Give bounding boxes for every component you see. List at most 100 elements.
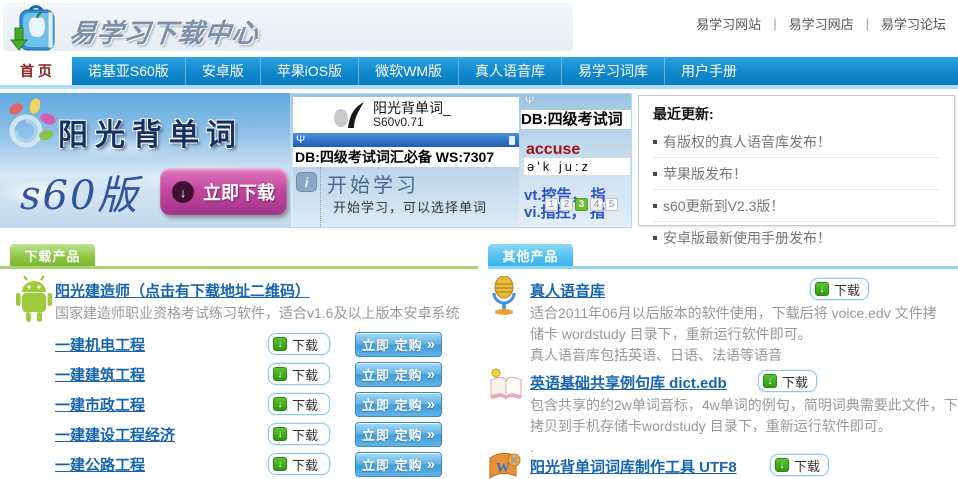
screenshot1-db-line: DB:四级考试词汇必备 WS:7307 — [293, 147, 519, 167]
order-label: 立即 定购 — [362, 335, 423, 354]
page-dot-5[interactable]: 5 — [605, 198, 618, 211]
download-button[interactable]: ↓下载 — [770, 454, 829, 476]
screenshot2-db-line: DB:四级考试词 — [521, 109, 632, 129]
download-arrow-icon: ↓ — [172, 181, 194, 203]
chevron-right-icon: » — [427, 426, 435, 443]
app-version: S60v0.71 — [373, 116, 451, 130]
nav-nokia-s60[interactable]: 诺基亚S60版 — [72, 57, 185, 85]
download-label: 下载 — [292, 425, 318, 444]
product-link-dict-tool[interactable]: 阳光背单词词库制作工具 UTF8 — [530, 456, 737, 477]
order-label: 立即 定购 — [362, 395, 423, 414]
order-now-button[interactable]: 立即 定购» — [355, 422, 442, 447]
nav-dictionary[interactable]: 易学习词库 — [561, 57, 664, 85]
chevron-right-icon: » — [427, 336, 435, 353]
order-now-button[interactable]: 立即 定购» — [355, 392, 442, 417]
nav-apple-ios[interactable]: 苹果iOS版 — [260, 57, 358, 85]
page-dot-4[interactable]: 4 — [590, 198, 603, 211]
separator: | — [866, 16, 869, 31]
screenshot1-statusbar: Ψ — [293, 133, 519, 147]
link-yixuexi-website[interactable]: 易学习网站 — [696, 14, 761, 33]
product-desc: 适合2011年06月以后版本的软件使用，下载后将 voice.edv 文件拷 储… — [530, 303, 937, 366]
table-row: 一建公路工程 ↓下载 立即 定购» — [0, 450, 478, 479]
page-dot-3-active[interactable]: 3 — [575, 198, 588, 211]
screenshot1-body: i 开始学习 开始学习，可以选择单词 — [293, 167, 519, 227]
order-now-button[interactable]: 立即 定购» — [355, 362, 442, 387]
product-desc: 包含共享的约2w单词音标，4w单词的例句，简明词典需要此文件，下 拷贝到手机存储… — [530, 395, 958, 458]
download-button[interactable]: ↓下载 — [268, 453, 330, 475]
dotted-divider — [320, 167, 321, 227]
update-item: s60更新到V2.3版！ — [653, 190, 940, 222]
banner-title: 阳光背单词 — [58, 110, 243, 154]
nav-android[interactable]: 安卓版 — [185, 57, 260, 85]
main-nav: 首 页 诺基亚S60版 安卓版 苹果iOS版 微软WM版 真人语音库 易学习词库… — [0, 57, 958, 85]
link-yixuexi-forum[interactable]: 易学习论坛 — [881, 14, 946, 33]
banner-subtitle: s60版 — [20, 163, 139, 221]
order-label: 立即 定购 — [362, 425, 423, 444]
download-button[interactable]: ↓下载 — [810, 278, 869, 300]
download-arrow-icon: ↓ — [273, 397, 287, 411]
update-text: 苹果版发布！ — [663, 166, 747, 182]
download-button[interactable]: ↓下载 — [758, 370, 817, 392]
download-label: 下载 — [292, 365, 318, 384]
antenna-icon: Ψ — [525, 95, 534, 107]
download-label: 下载 — [782, 372, 808, 391]
update-text: s60更新到V2.3版！ — [663, 198, 784, 214]
download-arrow-icon: ↓ — [273, 337, 287, 351]
chevron-right-icon: » — [427, 396, 435, 413]
download-button[interactable]: ↓下载 — [268, 423, 330, 445]
product-rows: 一建机电工程 ↓下载 立即 定购» 一建建筑工程 ↓下载 立即 定购» 一建市政… — [0, 330, 478, 479]
row-link[interactable]: 一建机电工程 — [55, 334, 145, 355]
product-link-builder[interactable]: 阳光建造师（点击有下载地址二维码） — [55, 280, 310, 301]
bullet-icon — [653, 172, 657, 176]
page-dot-1[interactable]: 1 — [545, 198, 558, 211]
bullet-icon — [653, 140, 657, 144]
nav-voice-library[interactable]: 真人语音库 — [458, 57, 561, 85]
table-row: 一建建设工程经济 ↓下载 立即 定购» — [0, 420, 478, 450]
order-label: 立即 定购 — [362, 455, 423, 474]
antenna-icon: Ψ — [296, 133, 305, 147]
desc-line: 真人语音库包括英语、日语、法语等语音 — [530, 345, 937, 366]
download-button[interactable]: ↓下载 — [268, 363, 330, 385]
menu-item-label: 开始学习 — [327, 169, 419, 198]
top-links: 易学习网站 | 易学习网店 | 易学习论坛 — [696, 14, 946, 33]
desc-line: . — [530, 437, 958, 458]
screenshot1-titlebar: 阳光背单词_ S60v0.71 — [293, 97, 519, 133]
table-row: 一建机电工程 ↓ 下载 立即 定购» — [0, 330, 478, 360]
product-link-voice-library[interactable]: 真人语音库 — [530, 280, 605, 301]
download-products-section: 下载产品 阳光建造师（点击有下载地址二维码） 国家建造师职业资格考试练习软件，适… — [0, 240, 478, 479]
info-icon: i — [296, 172, 317, 192]
nav-user-manual[interactable]: 用户手册 — [664, 57, 753, 85]
backpack-logo-icon[interactable] — [8, 4, 64, 59]
book-icon — [488, 368, 524, 402]
row-link[interactable]: 一建公路工程 — [55, 454, 145, 475]
row-link[interactable]: 一建市政工程 — [55, 394, 145, 415]
promo-banner[interactable]: 阳光背单词 s60版 ↓ 立即下载 — [0, 93, 290, 228]
page-dot-2[interactable]: 2 — [560, 198, 573, 211]
download-label: 下载 — [292, 335, 318, 354]
nav-windows-mobile[interactable]: 微软WM版 — [358, 57, 458, 85]
product-link-example-db[interactable]: 英语基础共享例句库 dict.edb — [530, 372, 727, 393]
microphone-icon — [488, 276, 520, 316]
update-item: 苹果版发布！ — [653, 158, 940, 190]
svg-text:W: W — [496, 461, 510, 476]
app-logo-icon — [331, 101, 365, 129]
screenshot-carousel: 阳光背单词_ S60v0.71 Ψ DB:四级考试词汇必备 WS:7307 i … — [290, 93, 632, 228]
row-link[interactable]: 一建建设工程经济 — [55, 424, 175, 445]
link-yixuexi-shop[interactable]: 易学习网店 — [789, 14, 854, 33]
chevron-right-icon: » — [427, 366, 435, 383]
download-label: 下载 — [292, 395, 318, 414]
nav-home[interactable]: 首 页 — [0, 57, 72, 85]
banner-download-button[interactable]: ↓ 立即下载 — [160, 168, 287, 215]
banner-download-label: 立即下载 — [203, 179, 275, 205]
row-link[interactable]: 一建建筑工程 — [55, 364, 145, 385]
order-now-button[interactable]: 立即 定购» — [355, 332, 442, 357]
order-now-button[interactable]: 立即 定购» — [355, 452, 442, 477]
download-button[interactable]: ↓ 下载 — [268, 333, 330, 355]
download-arrow-icon: ↓ — [775, 458, 789, 472]
download-arrow-icon: ↓ — [815, 282, 829, 296]
download-arrow-icon: ↓ — [273, 457, 287, 471]
page: 易学习下载中心 易学习网站 | 易学习网店 | 易学习论坛 首 页 诺基亚S60… — [0, 0, 958, 479]
download-button[interactable]: ↓ 下载 — [268, 393, 330, 415]
update-item: 有版权的真人语音库发布！ — [653, 126, 940, 158]
tab-download-products: 下载产品 — [10, 244, 95, 266]
